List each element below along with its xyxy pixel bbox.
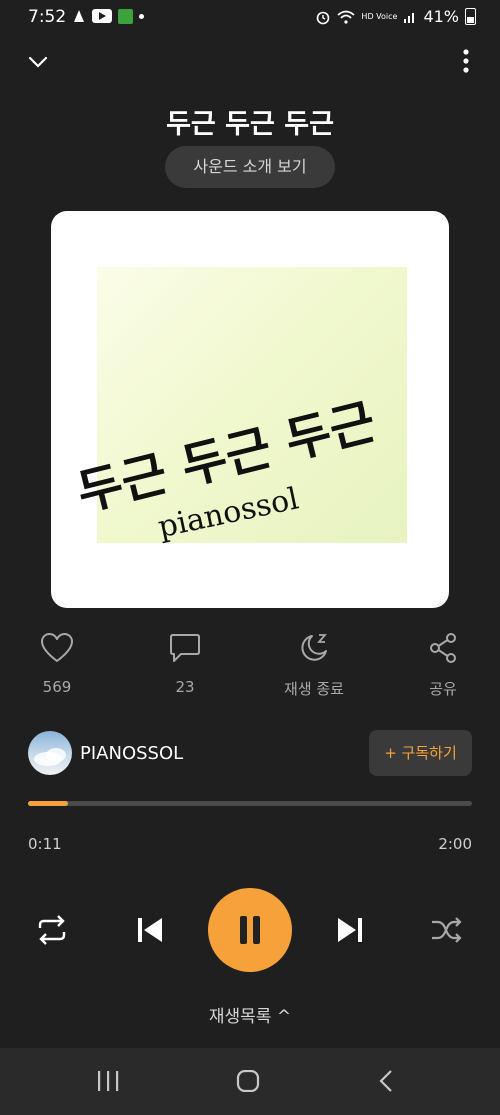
progress-fill: [28, 801, 68, 806]
app-icon: [118, 8, 133, 24]
like-count: 569: [42, 678, 72, 696]
share-icon: [430, 633, 456, 663]
subscribe-button[interactable]: + 구독하기: [369, 730, 472, 776]
notification-icon: [74, 10, 84, 22]
comment-count: 23: [175, 678, 195, 696]
signal-icon: [404, 12, 415, 23]
system-icons: HD Voice 41%: [315, 7, 476, 26]
notification-icons: [72, 8, 144, 24]
current-time: 0:11: [28, 835, 62, 853]
share-label: 공유: [429, 680, 457, 698]
more-notifications-icon: [139, 13, 144, 19]
share-button[interactable]: 공유: [403, 632, 483, 699]
comment-icon: [170, 634, 200, 662]
back-icon[interactable]: [378, 1070, 394, 1092]
battery-icon: [465, 8, 476, 25]
pause-icon: [253, 916, 260, 944]
shuffle-icon[interactable]: [430, 914, 464, 946]
wifi-icon: [337, 10, 356, 24]
recent-apps-icon[interactable]: [96, 1070, 120, 1092]
youtube-icon: [92, 9, 112, 23]
playlist-button[interactable]: 재생목록 ^: [0, 1002, 500, 1027]
next-icon[interactable]: [334, 914, 366, 946]
battery-percent: 41%: [423, 7, 459, 26]
progress-bar[interactable]: [28, 801, 472, 806]
comment-button[interactable]: 23: [145, 632, 225, 696]
like-button[interactable]: 569: [17, 632, 97, 696]
system-nav-bar: [0, 1048, 500, 1115]
sound-intro-button[interactable]: 사운드 소개 보기: [165, 146, 335, 188]
total-time: 2:00: [438, 835, 472, 853]
home-icon[interactable]: [236, 1070, 260, 1092]
status-time: 7:52: [28, 7, 67, 27]
heart-icon: [41, 633, 73, 662]
status-bar: 7:52 HD Voice 41%: [0, 0, 500, 34]
collapse-chevron-icon[interactable]: [26, 50, 50, 74]
repeat-icon[interactable]: [34, 912, 70, 948]
pause-icon: [240, 916, 247, 944]
hd-voice-label: HD Voice: [361, 11, 398, 21]
previous-icon[interactable]: [134, 914, 166, 946]
cloud-image: [34, 748, 66, 766]
sleep-timer-button[interactable]: 재생 종료: [274, 632, 354, 699]
sleep-timer-label: 재생 종료: [284, 680, 344, 698]
track-title: 두근 두근 두근: [166, 109, 334, 140]
album-cover: 두근 두근 두근 pianossol: [51, 211, 449, 608]
more-options-icon[interactable]: [462, 48, 470, 74]
sleep-timer-icon: [301, 634, 327, 661]
artist-name[interactable]: PIANOSSOL: [80, 743, 183, 764]
pause-button[interactable]: [208, 888, 292, 972]
alarm-icon: [317, 11, 330, 24]
artist-avatar[interactable]: [28, 731, 72, 775]
